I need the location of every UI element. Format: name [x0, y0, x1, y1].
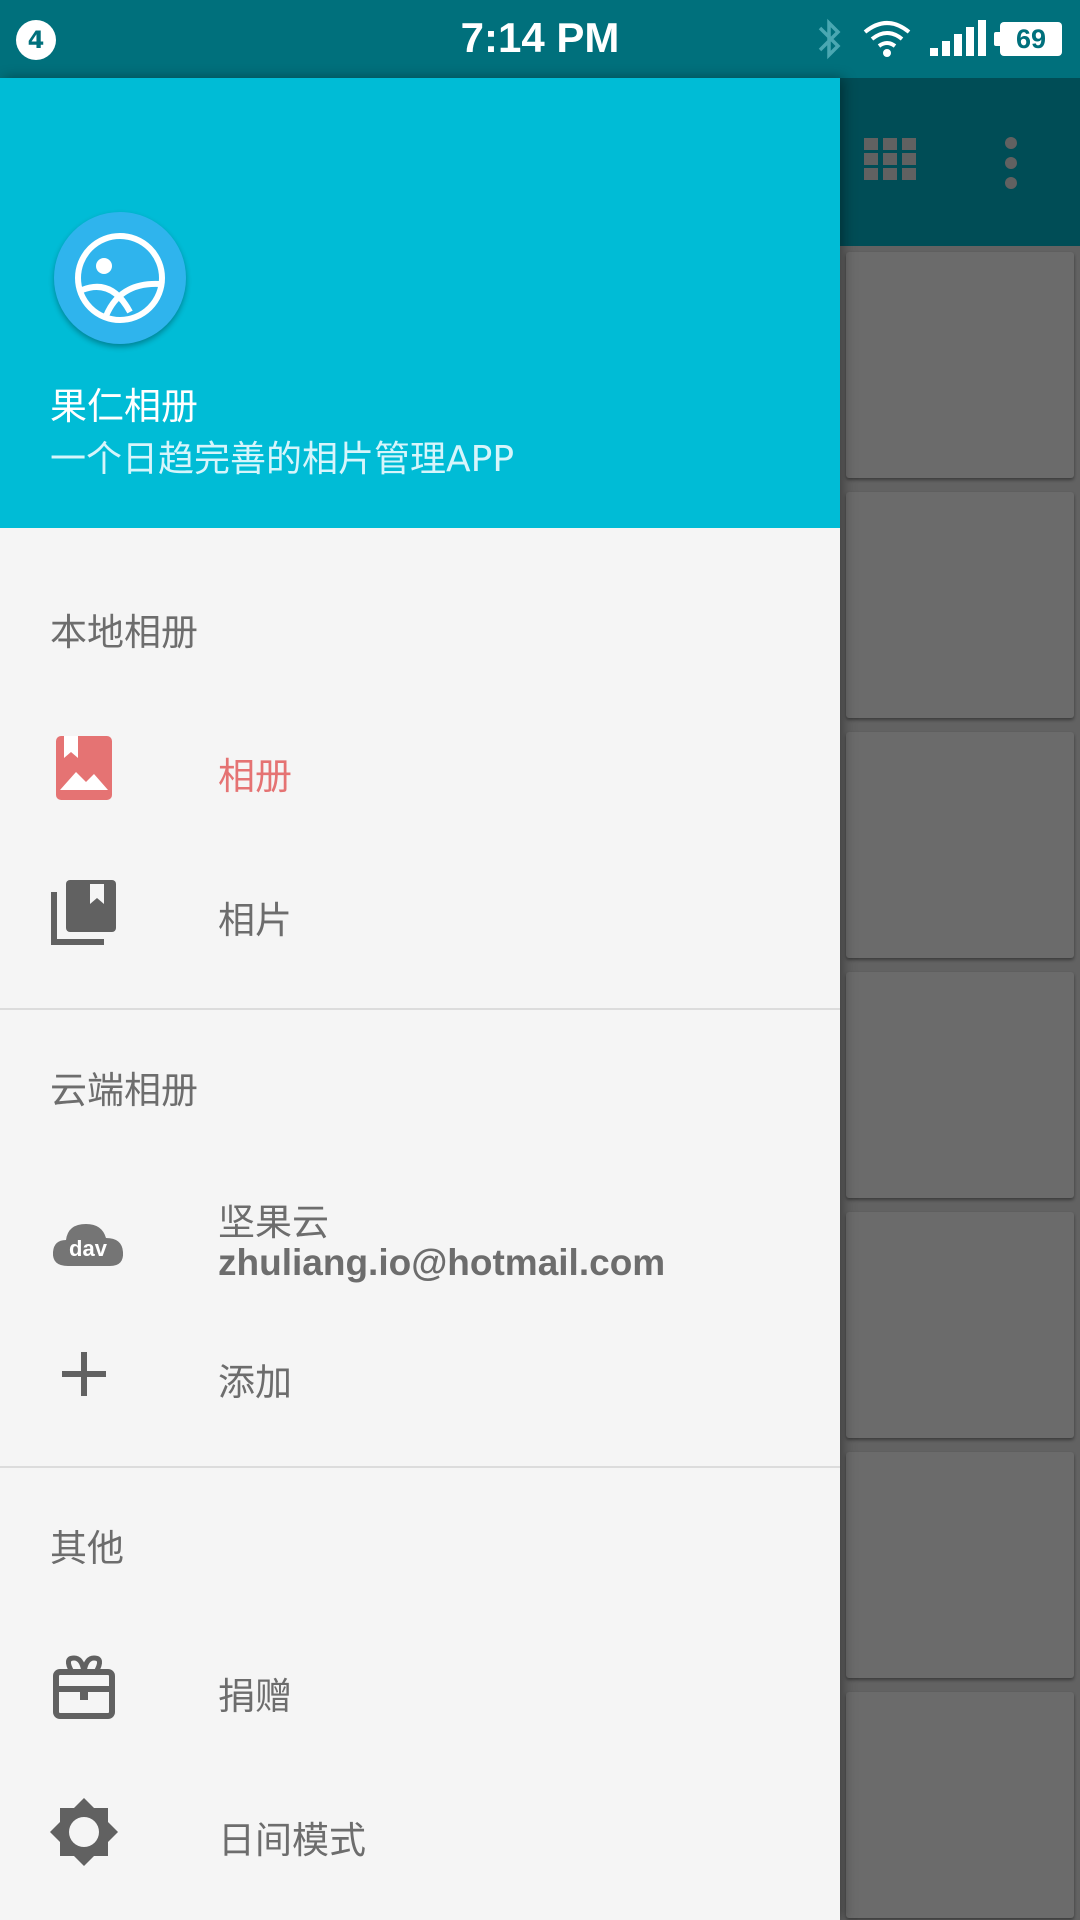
grid-view-icon[interactable]: [864, 138, 916, 180]
nav-item-donate[interactable]: 捐赠: [0, 1628, 840, 1748]
add-cloud-account-button[interactable]: 添加: [0, 1314, 840, 1434]
navigation-drawer: 果仁相册 一个日趋完善的相片管理APP 本地相册 相册 相片 云端相册 dav …: [0, 78, 840, 1920]
photo-library-icon: [51, 880, 116, 945]
nav-item-label: 相片: [218, 899, 292, 942]
nav-item-day-mode[interactable]: 日间模式: [0, 1772, 840, 1892]
add-icon: [62, 1352, 106, 1396]
nav-item-label: 相册: [218, 755, 292, 798]
nav-item-label: 捐赠: [218, 1675, 292, 1718]
battery-indicator: 69: [994, 22, 1062, 56]
cloud-account-email: zhuliang.io@hotmail.com: [218, 1242, 666, 1283]
nav-item-photos[interactable]: 相片: [0, 852, 840, 972]
album-icon: [56, 736, 112, 800]
wifi-icon: [863, 21, 911, 57]
cloud-provider-name: 坚果云: [218, 1201, 329, 1244]
background-album-card[interactable]: [846, 1212, 1074, 1438]
nav-item-label: 日间模式: [218, 1819, 366, 1862]
cloud-account-jianguoyun[interactable]: dav 坚果云 zhuliang.io@hotmail.com: [0, 1170, 840, 1326]
dav-cloud-icon: dav: [52, 1224, 124, 1266]
background-album-card[interactable]: [846, 972, 1074, 1198]
more-options-icon[interactable]: [1004, 136, 1018, 190]
nav-item-label: 添加: [218, 1361, 292, 1404]
status-bar: 4 7:14 PM 69: [0, 0, 1080, 78]
background-album-card[interactable]: [846, 252, 1074, 478]
background-album-card[interactable]: [846, 732, 1074, 958]
app-description: 一个日趋完善的相片管理APP: [50, 439, 515, 480]
dav-icon-text: dav: [69, 1236, 108, 1261]
section-divider: [0, 1008, 840, 1010]
background-album-card[interactable]: [846, 492, 1074, 718]
section-title-other: 其他: [50, 1527, 124, 1570]
gift-icon: [53, 1655, 115, 1719]
section-title-local: 本地相册: [50, 611, 198, 654]
background-album-card[interactable]: [846, 1452, 1074, 1678]
status-time: 7:14 PM: [460, 14, 620, 61]
brightness-icon: [50, 1798, 118, 1866]
app-name: 果仁相册: [50, 385, 198, 428]
section-title-cloud: 云端相册: [50, 1069, 198, 1112]
drawer-header: 果仁相册 一个日趋完善的相片管理APP: [0, 78, 840, 528]
background-album-card[interactable]: [846, 1692, 1074, 1918]
app-logo-icon: [54, 212, 186, 344]
bluetooth-icon: [818, 18, 841, 60]
signal-icon: [930, 20, 986, 56]
nav-item-albums[interactable]: 相册: [0, 708, 840, 828]
background-app-bar: [840, 78, 1080, 246]
section-divider: [0, 1466, 840, 1468]
